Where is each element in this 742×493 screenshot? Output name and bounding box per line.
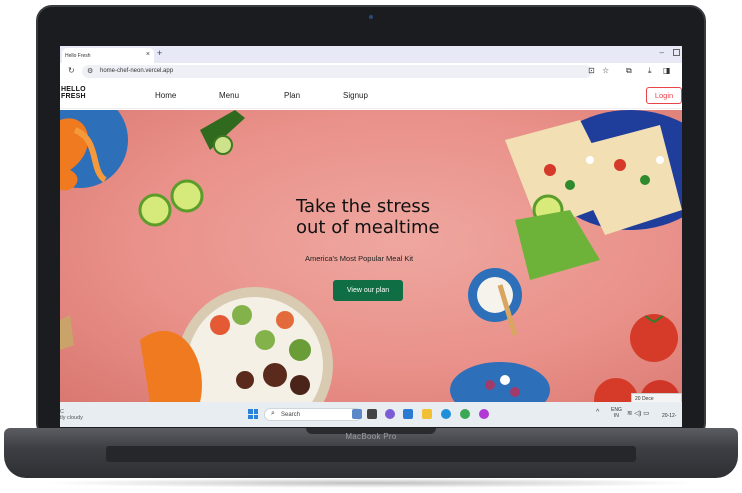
edge-icon[interactable] [441,409,451,419]
windows-start-icon[interactable] [248,409,258,419]
lang-line2: IN [613,413,619,419]
wifi-volume-battery-icons[interactable]: ≋ ◁) ▭ [627,409,649,417]
app-icon[interactable] [479,409,489,419]
search-icon: ⌕ [271,410,275,417]
nav-plan[interactable]: Plan [284,91,300,100]
hellofresh-logo[interactable]: HELLO FRESH [61,86,86,100]
lime-half [138,193,172,227]
headline-line1: Take the stress [296,196,431,217]
nav-home[interactable]: Home [155,91,176,100]
maximize-icon[interactable] [673,49,680,56]
install-app-icon[interactable]: ⊡ [588,66,595,75]
nav-signup[interactable]: Signup [343,91,368,100]
url-text: home-chef-neon.vercel.app [100,68,174,74]
hero-subtitle: America's Most Popular Meal Kit [305,254,414,263]
browser-tab-bar: Hello Fresh × + – [60,46,682,63]
widgets-icon[interactable] [352,409,362,419]
search-placeholder: Search [281,412,301,418]
headline-line2: out of mealtime [296,217,440,238]
view-plan-button[interactable]: View our plan [333,280,403,301]
logo-line1: HELLO [61,86,86,93]
site-info-icon[interactable]: ⚙ [87,67,93,75]
taskbar-search[interactable]: ⌕ Search [264,408,362,421]
reload-icon[interactable]: ↻ [68,66,75,75]
login-button[interactable]: Login [646,87,682,104]
weather-widget[interactable]: C tly cloudy [60,409,83,421]
clock[interactable]: 20-12- [662,413,676,419]
ginger [60,315,74,350]
nav-menu[interactable]: Menu [219,91,239,100]
sidepanel-icon[interactable]: ◨ [663,66,671,75]
new-tab-button[interactable]: + [157,48,162,58]
keyboard-edge [106,446,636,462]
language-indicator[interactable]: ENG IN [611,407,622,419]
task-view-icon[interactable] [367,409,377,419]
hero-headline: Take the stress out of mealtime [296,196,440,238]
chat-icon[interactable] [385,409,395,419]
minimize-icon[interactable]: – [660,48,664,57]
browser-address-bar: ↻ ⚙ home-chef-neon.vercel.app ⊡ ☆ ⧉ ⤓ ◨ [60,63,682,80]
hero-banner: Take the stress out of mealtime America'… [60,110,682,402]
vscode-icon[interactable] [403,409,413,419]
extensions-icon[interactable]: ⧉ [626,66,632,76]
screen: Hello Fresh × + – ↻ ⚙ home-chef-neon.ver… [60,46,682,427]
download-icon[interactable]: ⤓ [648,66,652,76]
windows-taskbar: C tly cloudy ⌕ Search ^ ENG IN ≋ ◁) ▭ 20… [60,402,682,427]
site-header: HELLO FRESH Home Menu Plan Signup Login [60,80,682,109]
logo-line2: FRESH [61,93,86,100]
onion-bowl [450,362,550,402]
device-brand-label: MacBook Pro [345,432,397,441]
bookmark-star-icon[interactable]: ☆ [602,66,609,75]
file-explorer-icon[interactable] [422,409,432,419]
beef-pieces [263,363,287,387]
url-field[interactable]: ⚙ home-chef-neon.vercel.app [82,65,592,78]
lime-half-2 [170,179,204,213]
chrome-icon[interactable] [460,409,470,419]
laptop-shadow [40,478,702,488]
browser-tab[interactable]: Hello Fresh × [62,48,154,63]
tab-close-icon[interactable]: × [146,51,150,58]
webcam [369,15,373,19]
tab-title: Hello Fresh [65,53,91,59]
tray-chevron-icon[interactable]: ^ [596,409,599,416]
weather-text: tly cloudy [60,415,83,421]
